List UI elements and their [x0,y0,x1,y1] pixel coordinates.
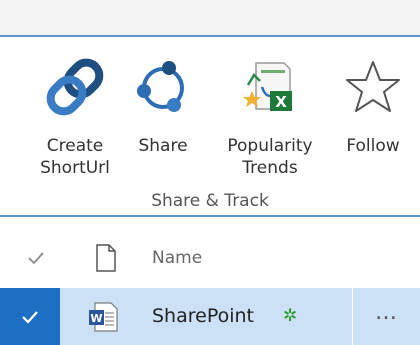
svg-text:X: X [275,93,287,111]
ribbon-group-label: Share & Track [151,191,269,211]
select-all-checkmark-icon[interactable] [24,246,48,270]
file-type-column-icon[interactable] [94,242,118,274]
share-label: Share [138,136,188,156]
chain-link-icon [45,57,105,117]
new-item-badge: ✲ [283,306,298,326]
create-shorturl-label: Create ShortUrl [40,136,110,178]
popularity-trends-label: Popularity Trends [227,136,313,178]
excel-trends-icon: X [240,57,300,117]
popularity-trends-button[interactable]: X Popularity Trends [210,51,330,211]
share-button[interactable]: Share [128,51,198,211]
create-shorturl-button[interactable]: Create ShortUrl [34,51,116,211]
name-column-header[interactable]: Name [152,248,202,268]
follow-label: Follow [346,136,400,156]
row-select-checkbox[interactable] [0,288,60,345]
star-icon [343,57,403,117]
checkmark-icon [22,311,38,324]
list-header: Name [0,238,420,282]
word-document-icon: W [86,300,120,334]
ribbon-share-track-group: Create ShortUrl Share X Popularity Trend… [0,39,420,217]
follow-button[interactable]: Follow [332,51,414,211]
more-options-button[interactable]: … [353,288,420,345]
document-name-link[interactable]: SharePoint [152,305,254,327]
ribbon-tab-strip [0,0,420,37]
svg-text:W: W [90,312,102,325]
share-network-icon [133,57,193,117]
list-item[interactable]: W SharePoint ✲ … [0,288,420,345]
